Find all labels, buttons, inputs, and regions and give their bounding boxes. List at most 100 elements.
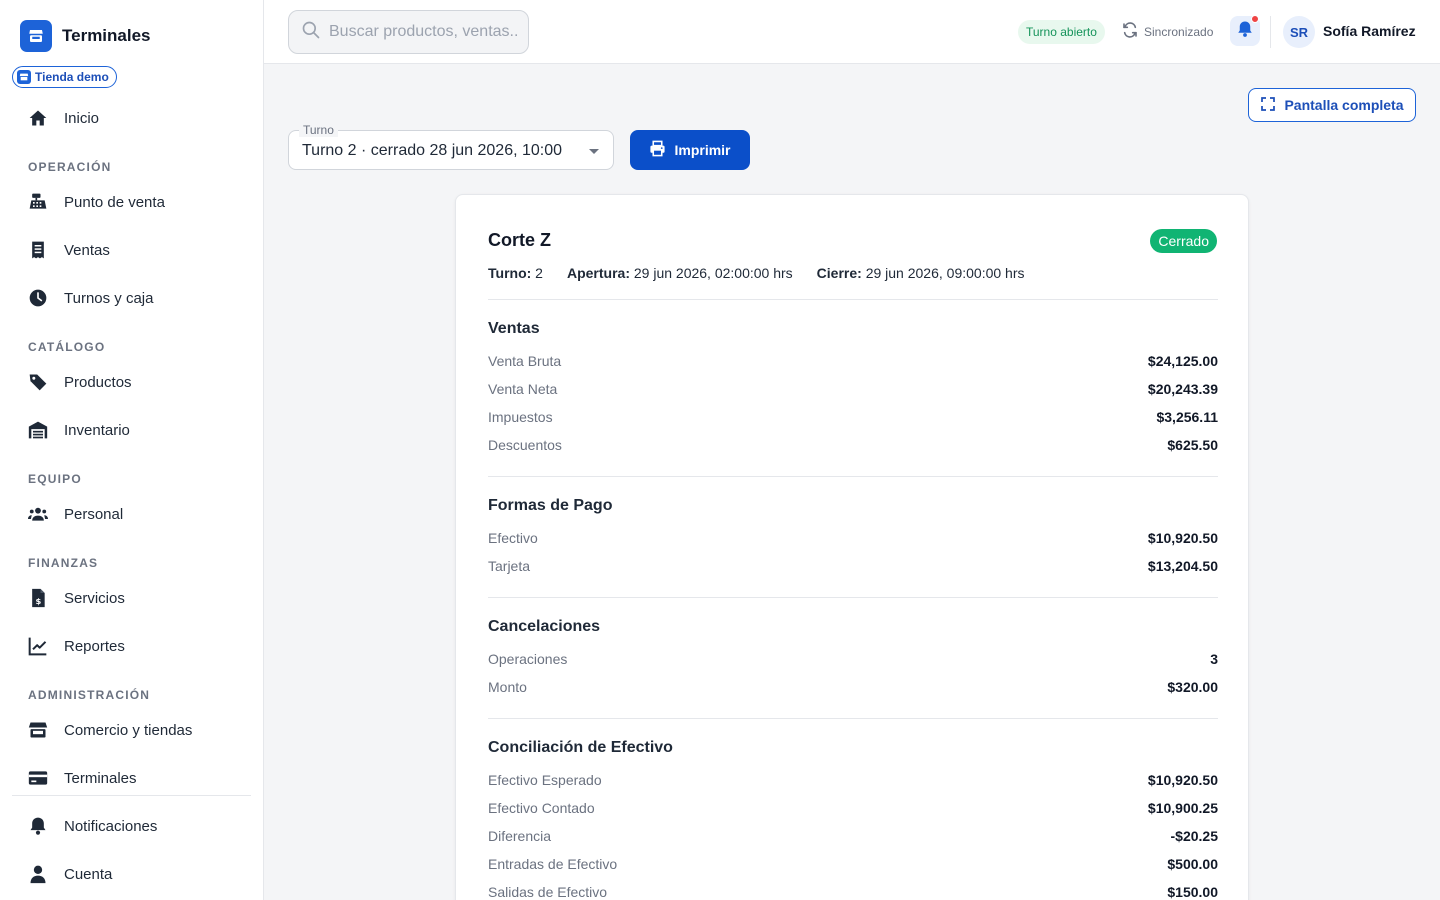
sidebar-item-label: Productos	[64, 373, 132, 391]
sidebar-item-inicio[interactable]: Inicio	[28, 106, 99, 130]
receipt-icon	[28, 240, 48, 260]
brand[interactable]: Terminales	[20, 20, 151, 52]
sidebar-item-label: Punto de venta	[64, 193, 165, 211]
sidebar-item-productos[interactable]: Productos	[28, 370, 132, 394]
sidebar: Terminales Tienda demo Inicio OPERACIÓN …	[0, 0, 264, 900]
sidebar-item-label: Terminales	[64, 769, 137, 787]
print-button[interactable]: Imprimir	[630, 130, 750, 170]
turno-select[interactable]: Turno Turno 2 · cerrado 28 jun 2026, 10:…	[288, 123, 614, 170]
sidebar-item-label: Servicios	[64, 589, 125, 607]
tag-icon	[28, 372, 48, 392]
search-box[interactable]	[288, 10, 529, 54]
user-name[interactable]: Sofía Ramírez	[1323, 23, 1416, 39]
sidebar-item-inventario[interactable]: Inventario	[28, 418, 130, 442]
section-divider	[488, 476, 1218, 477]
sync-icon	[1122, 22, 1138, 41]
sidebar-item-reportes[interactable]: Reportes	[28, 634, 125, 658]
home-icon	[28, 108, 48, 128]
section-divider	[488, 718, 1218, 719]
section-divider	[488, 299, 1218, 300]
fullscreen-label: Pantalla completa	[1284, 97, 1404, 113]
nav-section-administracion: ADMINISTRACIÓN	[28, 688, 151, 702]
storefront-icon	[28, 720, 48, 740]
nav-section-finanzas: FINANZAS	[28, 556, 99, 570]
sidebar-item-label: Notificaciones	[64, 817, 158, 835]
sidebar-item-label: Reportes	[64, 637, 125, 655]
report-row: Operaciones 3	[488, 651, 1218, 667]
report-row: Entradas de Efectivo $500.00	[488, 856, 1218, 872]
turno-select-value: Turno 2 · cerrado 28 jun 2026, 10:00	[302, 142, 563, 159]
sidebar-item-label: Personal	[64, 505, 124, 523]
meta-apertura: Apertura: 29 jun 2026, 02:00:00 hrs	[566, 265, 793, 281]
bell-icon	[28, 816, 48, 836]
section-title-ventas: Ventas	[488, 320, 540, 337]
section-title-cancelaciones: Cancelaciones	[488, 618, 601, 635]
report-row: Impuestos $3,256.11	[488, 409, 1218, 425]
invoice-dollar-icon: $	[28, 588, 48, 608]
section-divider	[488, 597, 1218, 598]
fullscreen-button[interactable]: Pantalla completa	[1248, 88, 1416, 122]
report-row: Tarjeta $13,204.50	[488, 558, 1218, 574]
sidebar-item-ventas[interactable]: Ventas	[28, 238, 110, 262]
store-icon	[17, 70, 31, 84]
meta-turno: Turno: 2	[488, 265, 543, 281]
app-name: Terminales	[62, 26, 151, 45]
cash-register-icon	[28, 192, 48, 212]
notifications-button[interactable]	[1230, 15, 1260, 46]
sidebar-item-notificaciones[interactable]: Notificaciones	[28, 814, 157, 838]
credit-card-icon	[28, 768, 48, 788]
report-row: Venta Bruta $24,125.00	[488, 353, 1218, 369]
meta-cierre: Cierre: 29 jun 2026, 09:00:00 hrs	[816, 265, 1025, 281]
users-icon	[28, 504, 48, 524]
sidebar-item-personal[interactable]: Personal	[28, 502, 123, 526]
avatar[interactable]: SR	[1283, 16, 1315, 48]
store-selector-chip[interactable]: Tienda demo	[12, 66, 117, 88]
report-row: Efectivo Contado $10,900.25	[488, 800, 1218, 816]
warehouse-icon	[28, 420, 48, 440]
report-row: Efectivo Esperado $10,920.50	[488, 772, 1218, 788]
turno-select-label: Turno	[299, 123, 338, 137]
sidebar-divider	[12, 795, 251, 796]
expand-icon	[1260, 96, 1276, 115]
clock-icon	[28, 288, 48, 308]
sidebar-item-servicios[interactable]: $ Servicios	[28, 586, 125, 610]
sidebar-item-label: Ventas	[64, 241, 110, 259]
print-label: Imprimir	[674, 142, 731, 158]
sidebar-item-label: Inventario	[64, 421, 130, 439]
sidebar-item-label: Turnos y caja	[64, 289, 154, 307]
shift-status-badge: Turno abierto	[1018, 20, 1105, 44]
section-title-conciliacion: Conciliación de Efectivo	[488, 739, 673, 756]
sidebar-item-comercio-y-tiendas[interactable]: Comercio y tiendas	[28, 718, 192, 742]
sync-label: Sincronizado	[1144, 24, 1214, 39]
corte-z-card: Corte Z Cerrado Turno: 2 Apertura: 29 ju…	[455, 194, 1249, 900]
report-row: Descuentos $625.50	[488, 437, 1218, 453]
nav-section-operacion: OPERACIÓN	[28, 160, 112, 174]
report-row: Monto $320.00	[488, 679, 1218, 695]
nav-section-equipo: EQUIPO	[28, 472, 82, 486]
report-meta: Turno: 2 Apertura: 29 jun 2026, 02:00:00…	[488, 265, 1025, 281]
status-badge: Cerrado	[1150, 229, 1217, 253]
store-logo-icon	[20, 20, 52, 52]
search-input[interactable]	[329, 23, 519, 41]
report-row: Efectivo $10,920.50	[488, 530, 1218, 546]
sidebar-item-label: Cuenta	[64, 865, 113, 883]
svg-text:$: $	[36, 596, 42, 606]
notification-dot	[1251, 15, 1259, 23]
nav-section-catalogo: CATÁLOGO	[28, 340, 106, 354]
bell-icon	[1236, 20, 1254, 43]
section-title-formas-de-pago: Formas de Pago	[488, 497, 613, 514]
report-row: Venta Neta $20,243.39	[488, 381, 1218, 397]
sidebar-item-punto-de-venta[interactable]: Punto de venta	[28, 190, 165, 214]
line-chart-icon	[28, 636, 48, 656]
sync-status[interactable]: Sincronizado	[1122, 22, 1213, 41]
sidebar-item-terminales[interactable]: Terminales	[28, 766, 137, 790]
sidebar-item-label: Comercio y tiendas	[64, 721, 193, 739]
user-icon	[28, 864, 48, 884]
report-row: Salidas de Efectivo $150.00	[488, 884, 1218, 900]
sidebar-item-turnos-y-caja[interactable]: Turnos y caja	[28, 286, 153, 310]
report-row: Diferencia -$20.25	[488, 828, 1218, 844]
printer-icon	[649, 140, 666, 160]
report-title: Corte Z	[488, 230, 551, 250]
topbar: Turno abierto Sincronizado SR Sofía Ramí…	[264, 0, 1440, 64]
sidebar-item-cuenta[interactable]: Cuenta	[28, 862, 112, 886]
